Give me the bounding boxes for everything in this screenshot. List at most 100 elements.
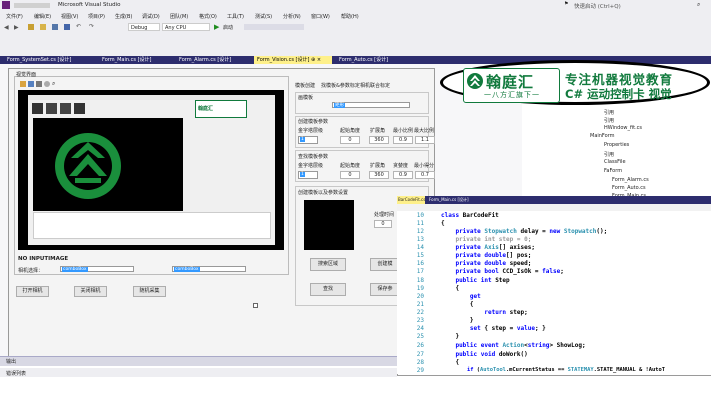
quick-launch[interactable]: 快速启动 (Ctrl+Q) <box>574 2 621 10</box>
menu-help[interactable]: 帮助(H) <box>341 13 359 20</box>
menu-view[interactable]: 视图(V) <box>61 13 78 20</box>
tree-properties[interactable]: Properties <box>604 142 629 148</box>
menu-bar: 文件(F) 编辑(E) 视图(V) 项目(P) 生成(B) 调试(D) 团队(M… <box>0 11 711 21</box>
code-line[interactable]: private double[] pos; <box>441 252 531 259</box>
save-all-icon[interactable] <box>64 24 70 30</box>
tree-references-2[interactable]: 引用 <box>604 117 614 124</box>
tab-barcodefit[interactable]: BarCodeFit.cs <box>397 196 425 204</box>
code-line[interactable]: { <box>441 220 445 227</box>
create-max-scale-field[interactable]: 1.1 <box>415 136 435 144</box>
menu-edit[interactable]: 编辑(E) <box>34 13 51 20</box>
open-folder-icon[interactable] <box>40 24 46 30</box>
tab-form-alarm[interactable]: Form_Alarm.cs [设计] <box>176 56 250 64</box>
platform-select[interactable]: Any CPU <box>162 23 210 31</box>
output-panel[interactable]: 输出 <box>0 356 397 366</box>
code-line[interactable]: { <box>441 301 474 308</box>
camera-select-2[interactable]: comboBox <box>172 266 246 272</box>
tab-form-systemset[interactable]: Form_SystemSet.cs [设计] <box>4 56 92 64</box>
save-image-icon[interactable] <box>28 81 34 87</box>
create-start-angle-field[interactable]: 0 <box>340 136 360 144</box>
menu-debug[interactable]: 调试(D) <box>142 13 160 20</box>
code-line[interactable]: public event Action<string> ShowLog; <box>441 342 585 349</box>
code-line[interactable]: { <box>441 285 459 292</box>
tab-find-template[interactable]: 找模板&参数标定 <box>321 82 360 89</box>
menu-project[interactable]: 项目(P) <box>88 13 105 20</box>
error-list-label: 错误列表 <box>6 371 27 377</box>
search-icon[interactable]: ⌕ <box>697 1 700 9</box>
tree-faform[interactable]: FaForm <box>604 168 622 174</box>
tab-form-vision[interactable]: Form_Vision.cs [设计] ⊕ × <box>254 56 332 64</box>
code-line[interactable]: } <box>441 317 474 324</box>
error-list-tab[interactable]: 错误列表 <box>0 368 397 377</box>
code-line[interactable]: public void doWork() <box>441 351 527 358</box>
resize-handle[interactable] <box>253 303 258 308</box>
find-pyramid-select[interactable]: 1 <box>298 171 318 179</box>
code-line[interactable]: private Axis[] axises; <box>441 244 535 251</box>
code-line[interactable]: get <box>441 293 481 300</box>
magnifier-icon[interactable]: ⌕ <box>52 80 55 88</box>
find-button[interactable]: 查找 <box>310 283 346 296</box>
menu-team[interactable]: 团队(M) <box>170 13 188 20</box>
tree-form-auto[interactable]: Form_Auto.cs <box>612 185 646 191</box>
back-icon[interactable]: ◀ <box>4 24 9 31</box>
toolbar-icons[interactable] <box>244 24 304 30</box>
code-line[interactable]: set { step = value; } <box>441 325 546 332</box>
menu-window[interactable]: 窗口(W) <box>311 13 330 20</box>
tab-template-create[interactable]: 模板创建 <box>295 82 315 89</box>
new-project-icon[interactable] <box>28 24 34 30</box>
code-line[interactable]: } <box>441 333 459 340</box>
tree-form-alarm[interactable]: Form_Alarm.cs <box>612 177 649 183</box>
code-line[interactable]: { <box>441 359 459 366</box>
code-line[interactable]: class BarCodeFit <box>441 212 499 219</box>
tab-camera-calibration[interactable]: 相机联合标定 <box>360 82 390 89</box>
collect-button[interactable]: 随机采集 <box>133 286 166 297</box>
tree-references-3[interactable]: 引用 <box>604 151 614 158</box>
tree-mainform[interactable]: MainForm <box>590 133 615 139</box>
create-template-button[interactable]: 创建模 <box>370 258 400 271</box>
close-camera-button[interactable]: 关闭相机 <box>74 286 107 297</box>
config-select[interactable]: Debug <box>128 23 160 31</box>
undo-icon[interactable]: ↶ <box>76 23 81 30</box>
code-line[interactable]: private int step = 0; <box>441 236 531 243</box>
find-min-score-field[interactable]: 0.7 <box>415 171 435 179</box>
create-extent-field[interactable]: 360 <box>369 136 389 144</box>
tree-hwindow-fit[interactable]: HWindow_fit.cs <box>604 125 642 131</box>
menu-analyze[interactable]: 分析(N) <box>283 13 301 20</box>
fit-icon[interactable] <box>36 81 42 87</box>
find-greediness-field[interactable]: 0.9 <box>393 171 413 179</box>
create-min-scale-field[interactable]: 0.9 <box>393 136 413 144</box>
code-line[interactable]: if (AutoTool.mCurrentStatus == STATEMAY.… <box>441 367 665 373</box>
code-line[interactable]: public int Step <box>441 277 509 284</box>
tab-form-auto[interactable]: Form_Auto.cs [设计] <box>336 56 406 64</box>
tab-form-main[interactable]: Form_Main.cs [设计] <box>99 56 169 64</box>
menu-test[interactable]: 测试(S) <box>255 13 272 20</box>
menu-build[interactable]: 生成(B) <box>115 13 132 20</box>
forward-icon[interactable]: ▶ <box>14 24 19 31</box>
code-line[interactable]: private double speed; <box>441 260 531 267</box>
code-line[interactable]: private Stopwatch delay = new Stopwatch(… <box>441 228 607 235</box>
start-icon[interactable]: ▶ <box>214 23 219 31</box>
save-params-button[interactable]: 保存参 <box>370 283 400 296</box>
create-pyramid-select[interactable]: 1 <box>298 136 318 144</box>
camera-select[interactable]: comboBox <box>60 266 134 272</box>
tab-form-main-design[interactable]: Form_Main.cs [设计] <box>429 196 471 204</box>
code-line[interactable]: return step; <box>441 309 527 316</box>
open-camera-button[interactable]: 打开相机 <box>16 286 49 297</box>
tree-references-1[interactable]: 引用 <box>604 109 614 116</box>
menu-file[interactable]: 文件(F) <box>6 13 23 20</box>
menu-tools[interactable]: 工具(T) <box>227 13 244 20</box>
start-button[interactable]: 启动 <box>223 24 233 31</box>
template-shape-select[interactable]: 矩形 <box>332 102 410 108</box>
open-image-icon[interactable] <box>20 81 26 87</box>
find-extent-field[interactable]: 360 <box>369 171 389 179</box>
zoom-icon[interactable] <box>44 81 50 87</box>
search-region-button[interactable]: 搜索区域 <box>310 258 346 271</box>
code-nav-bar[interactable] <box>397 204 711 211</box>
save-icon[interactable] <box>52 24 58 30</box>
menu-format[interactable]: 格式(O) <box>199 13 217 20</box>
tree-classfile[interactable]: ClassFile <box>604 159 626 165</box>
code-line[interactable]: private bool CCD_IsOk = false; <box>441 268 563 275</box>
flag-icon[interactable]: ⚑ <box>564 1 570 9</box>
find-start-angle-field[interactable]: 0 <box>340 171 360 179</box>
redo-icon[interactable]: ↷ <box>89 23 94 30</box>
